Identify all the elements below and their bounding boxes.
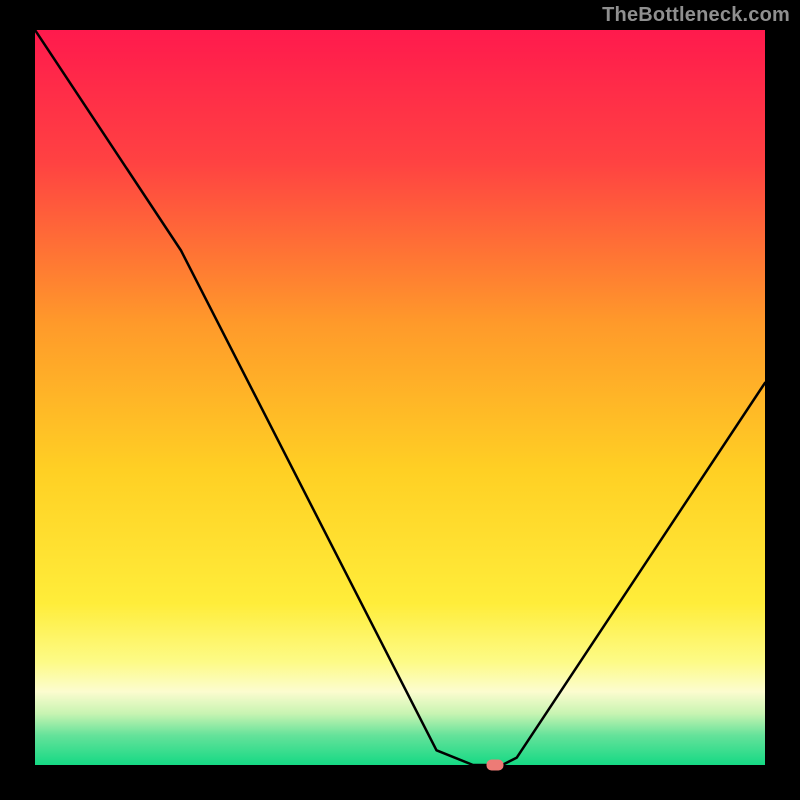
chart-background	[35, 30, 765, 765]
optimal-marker	[486, 760, 503, 771]
bottleneck-chart	[35, 30, 765, 765]
watermark-text: TheBottleneck.com	[602, 4, 790, 27]
chart-svg	[35, 30, 765, 765]
